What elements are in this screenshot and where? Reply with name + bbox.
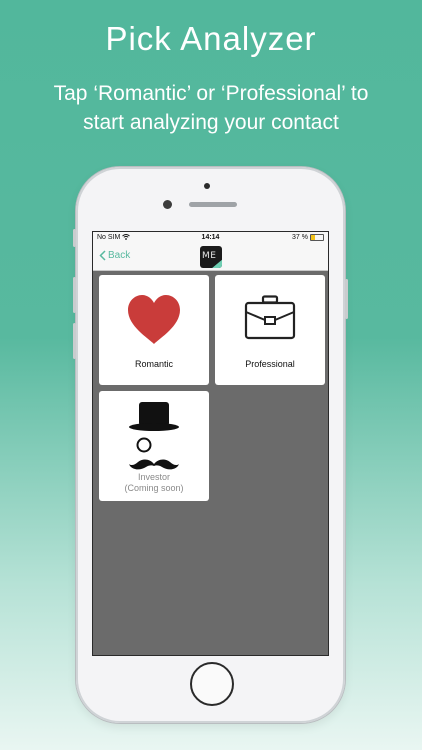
briefcase-icon xyxy=(244,295,296,340)
status-battery: 37 % xyxy=(292,234,324,241)
volume-down-button xyxy=(73,323,76,359)
heart-icon xyxy=(128,295,180,344)
battery-percent: 37 % xyxy=(292,234,308,241)
status-bar: No SIM 14:14 37 % xyxy=(93,232,328,244)
front-camera xyxy=(204,183,210,189)
back-label: Back xyxy=(108,250,131,261)
romantic-label: Romantic xyxy=(134,359,173,369)
promo-subtitle: Tap ‘Romantic’ or ‘Professional’ to star… xyxy=(0,79,422,137)
app-screen: No SIM 14:14 37 % Back ME Romantic Profe… xyxy=(92,231,329,656)
promo-subtitle-line-1: Tap ‘Romantic’ or ‘Professional’ to xyxy=(53,82,369,105)
mute-switch xyxy=(73,229,76,247)
professional-label: Professional xyxy=(245,359,295,369)
back-button[interactable]: Back xyxy=(99,250,130,261)
earpiece-speaker xyxy=(189,202,237,207)
investor-label: Investor xyxy=(137,472,170,482)
promo-headline: Pick Analyzer xyxy=(105,20,317,57)
professional-analyzer-card[interactable]: Professional xyxy=(215,275,325,385)
promo-subtitle-line-2: start analyzing your contact xyxy=(83,111,339,134)
app-logo: ME xyxy=(200,246,222,268)
navigation-bar: Back ME xyxy=(93,244,328,271)
battery-level-fill xyxy=(311,235,316,240)
volume-up-button xyxy=(73,277,76,313)
top-hat-monocle-mustache-icon xyxy=(129,402,179,470)
chevron-left-icon xyxy=(99,250,106,261)
home-button[interactable] xyxy=(190,662,234,706)
power-button xyxy=(345,279,348,319)
app-logo-text: ME xyxy=(202,251,217,261)
investor-sublabel: (Coming soon) xyxy=(124,483,184,493)
battery-icon xyxy=(310,234,324,241)
romantic-analyzer-card[interactable]: Romantic xyxy=(99,275,209,385)
proximity-sensor xyxy=(163,200,172,209)
phone-frame: No SIM 14:14 37 % Back ME Romantic Profe… xyxy=(73,167,348,723)
investor-analyzer-card[interactable]: Investor (Coming soon) xyxy=(99,391,209,501)
